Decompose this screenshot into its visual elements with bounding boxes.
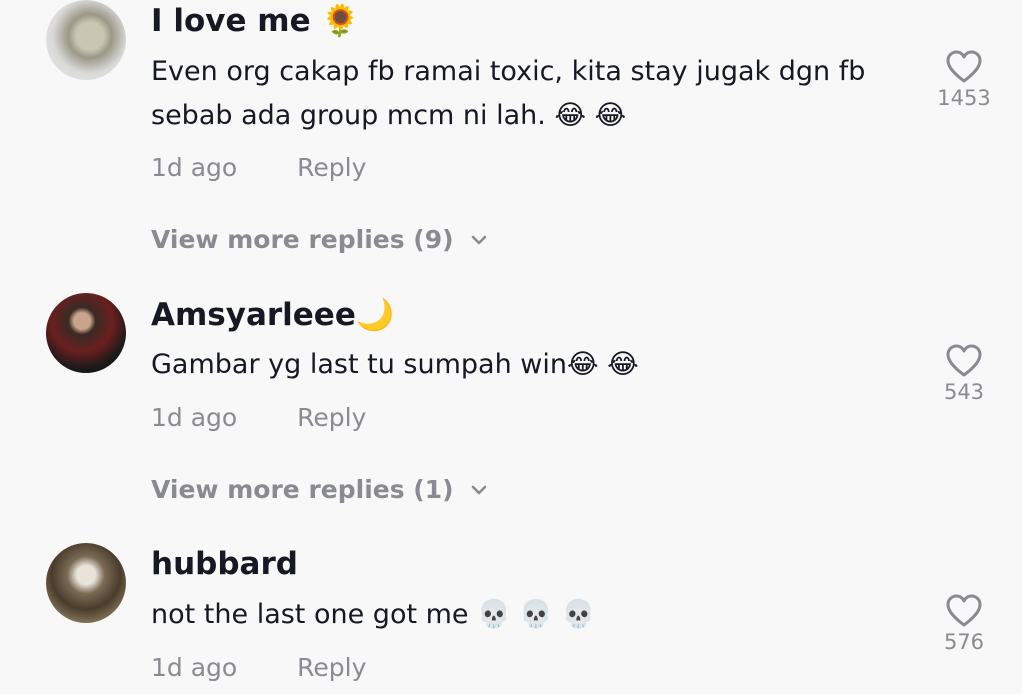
- comment-time: 1d ago: [151, 653, 238, 682]
- like-button[interactable]: 1453: [930, 50, 998, 110]
- heart-outline-icon: [946, 344, 982, 377]
- crescent-moon-emoji: 🌙: [355, 297, 395, 333]
- view-more-replies-button[interactable]: View more replies (1): [151, 475, 490, 504]
- comment-time: 1d ago: [151, 403, 238, 432]
- comment-time: 1d ago: [151, 153, 238, 182]
- reply-button[interactable]: Reply: [297, 153, 366, 182]
- comment-text: Gambar yg last tu sumpah win😂 😂: [151, 349, 639, 380]
- like-button[interactable]: 576: [930, 594, 998, 654]
- view-more-replies-label: View more replies (1): [151, 475, 454, 504]
- avatar[interactable]: [46, 543, 126, 623]
- reply-button[interactable]: Reply: [297, 403, 366, 432]
- like-count: 1453: [937, 86, 991, 110]
- comment-meta: 1d ago Reply: [151, 653, 366, 682]
- comment-text: Even org cakap fb ramai toxic, kita stay…: [151, 56, 866, 131]
- comment-text: not the last one got me 💀 💀 💀: [151, 599, 596, 630]
- comment-meta: 1d ago Reply: [151, 403, 366, 432]
- view-more-replies-button[interactable]: View more replies (9): [151, 225, 490, 254]
- avatar[interactable]: [46, 0, 126, 80]
- like-count: 543: [943, 380, 985, 404]
- comment-username[interactable]: hubbard: [151, 546, 298, 582]
- comment-username[interactable]: Amsyarleee🌙: [151, 296, 394, 333]
- heart-outline-icon: [946, 594, 982, 627]
- chevron-down-icon: [471, 235, 486, 244]
- sunflower-emoji: 🌻: [321, 3, 361, 39]
- view-more-replies-label: View more replies (9): [151, 225, 454, 254]
- comment-username[interactable]: I love me 🌻: [151, 2, 360, 39]
- like-count: 576: [943, 630, 985, 654]
- avatar[interactable]: [46, 293, 126, 373]
- like-button[interactable]: 543: [930, 344, 998, 404]
- heart-outline-icon: [946, 50, 982, 83]
- reply-button[interactable]: Reply: [297, 653, 366, 682]
- comment-meta: 1d ago Reply: [151, 153, 366, 182]
- chevron-down-icon: [471, 485, 486, 494]
